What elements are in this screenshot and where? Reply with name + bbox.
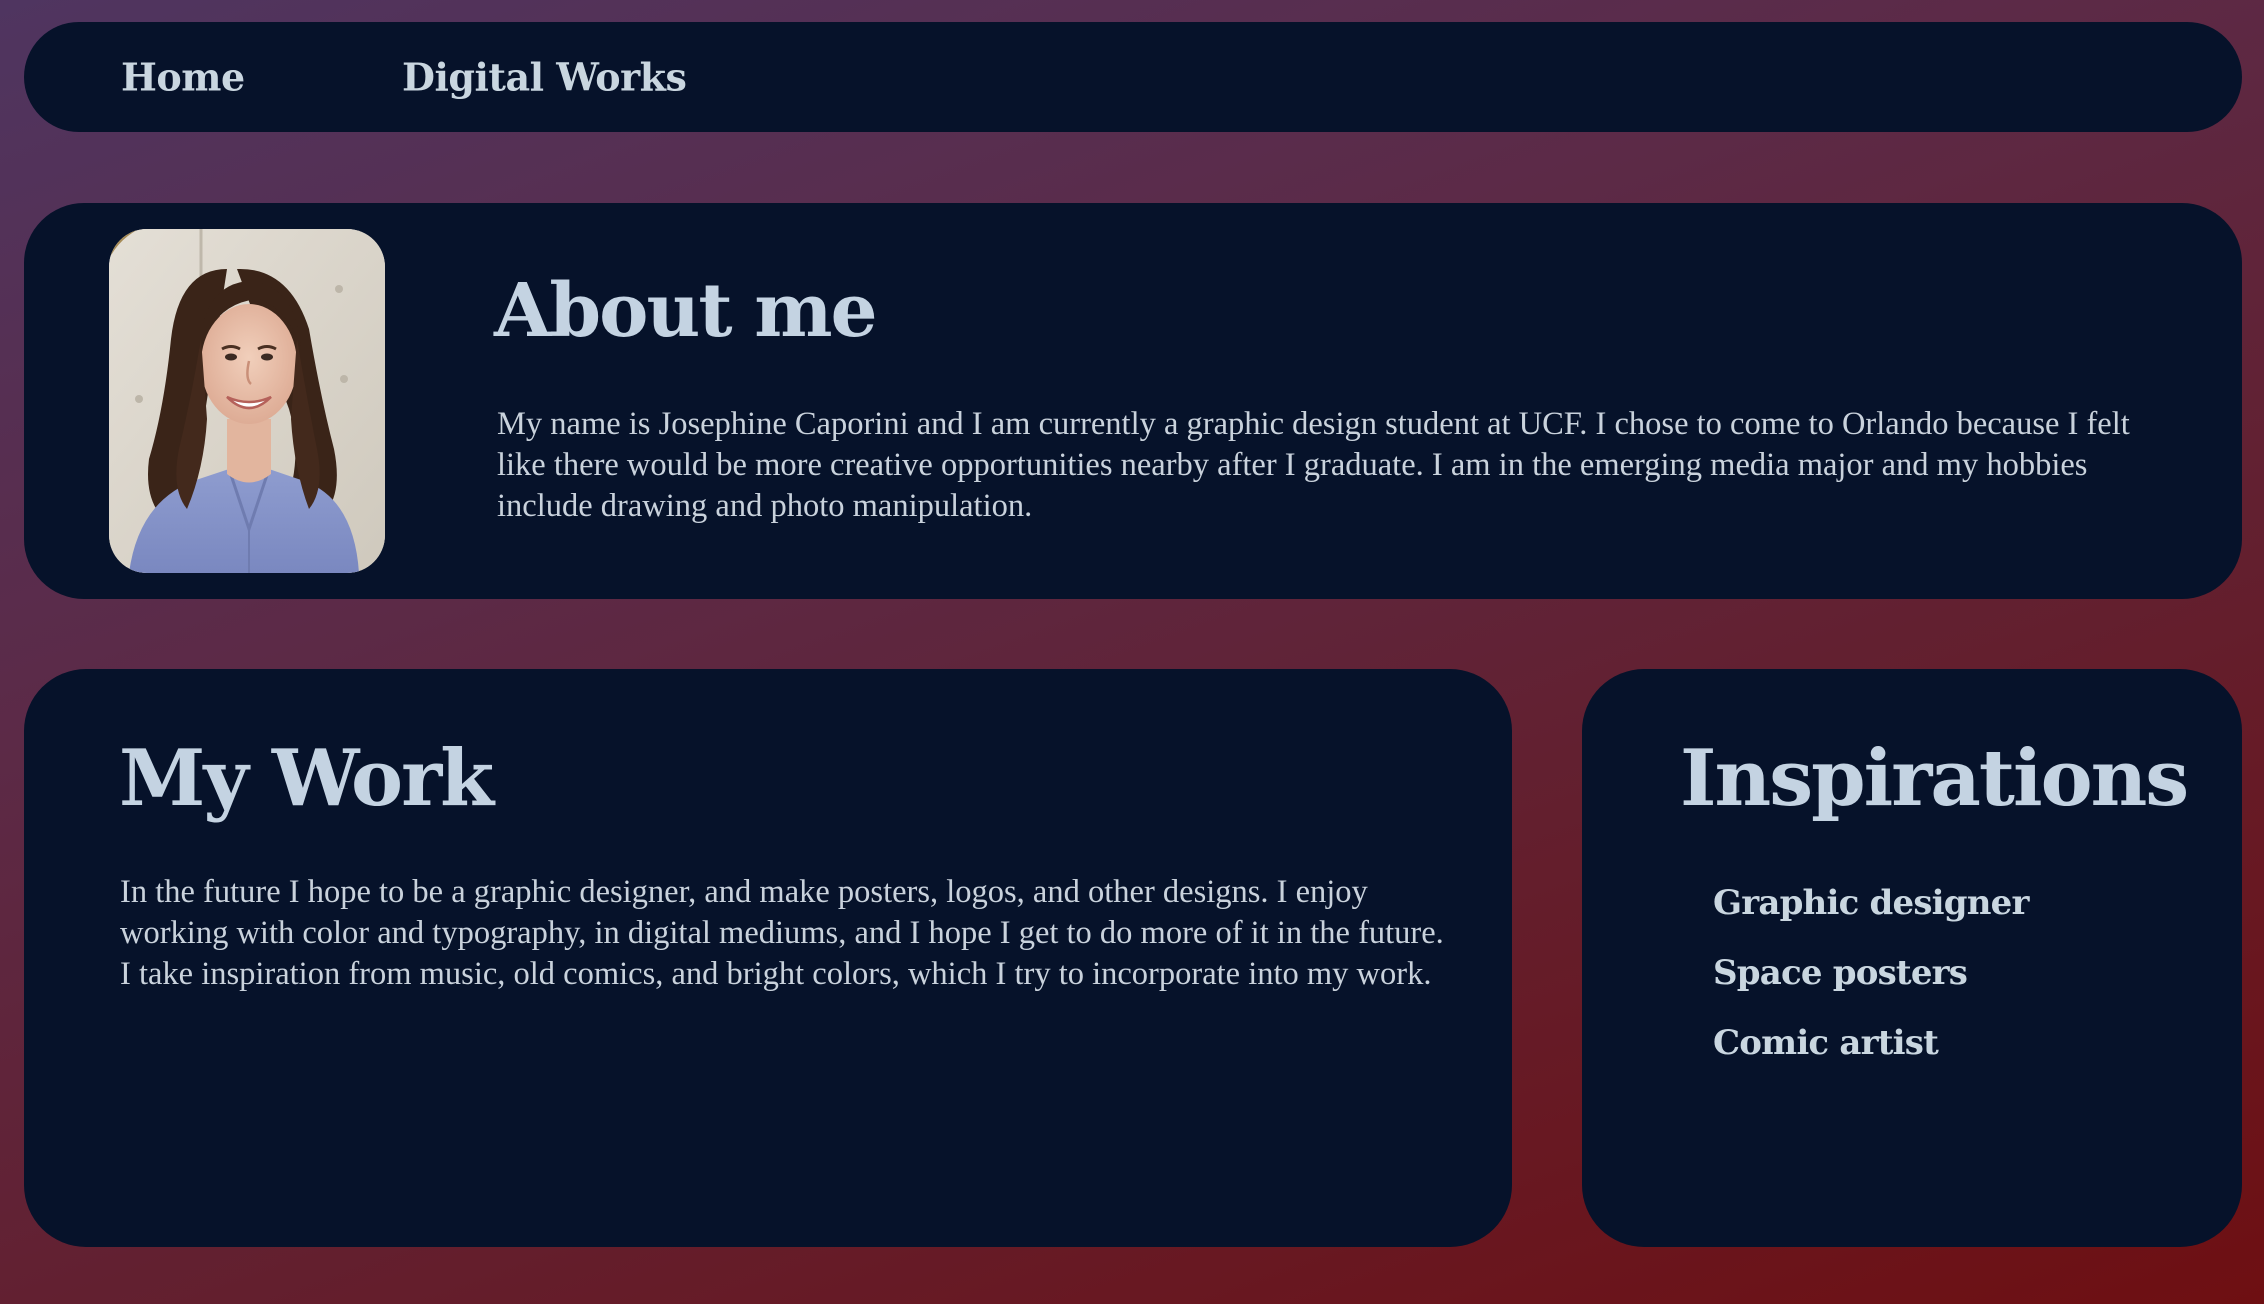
nav-link-home[interactable]: Home xyxy=(121,55,245,100)
about-section: About me My name is Josephine Caporini a… xyxy=(24,203,2242,599)
about-text: My name is Josephine Caporini and I am c… xyxy=(497,406,2130,524)
profile-photo xyxy=(109,229,385,573)
inspirations-title: Inspirations xyxy=(1680,733,2189,824)
inspiration-item: Comic artist xyxy=(1713,1023,1939,1063)
nav-link-digital-works[interactable]: Digital Works xyxy=(402,55,687,100)
my-work-title: My Work xyxy=(119,733,494,824)
inspirations-section: Inspirations Graphic designer Space post… xyxy=(1582,669,2242,1247)
inspiration-item: Space posters xyxy=(1713,953,1968,993)
my-work-text: In the future I hope to be a graphic des… xyxy=(120,874,1444,992)
my-work-section: My Work In the future I hope to be a gra… xyxy=(24,669,1512,1247)
nav-bar: Home Digital Works xyxy=(24,22,2242,132)
inspirations-list: Graphic designer Space posters Comic art… xyxy=(1713,877,2029,1087)
about-title: About me xyxy=(494,268,878,354)
inspiration-item: Graphic designer xyxy=(1713,883,2029,923)
